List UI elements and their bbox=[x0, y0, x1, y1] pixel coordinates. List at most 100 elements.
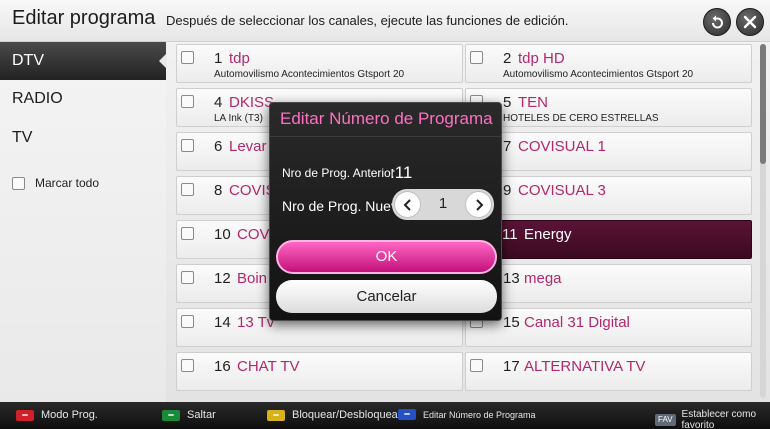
channel-number: 14 bbox=[214, 314, 231, 331]
dialog-title: Editar Número de Programa bbox=[280, 109, 493, 128]
channel-name: Boin bbox=[237, 270, 268, 287]
channel-checkbox[interactable] bbox=[181, 315, 194, 328]
back-button[interactable] bbox=[703, 8, 731, 36]
hint-label: Establecer como favorito bbox=[681, 409, 757, 429]
hint-lock-unlock[interactable]: Bloquear/Desbloquear bbox=[267, 409, 401, 421]
footer-hint-bar: Modo Prog. Saltar Bloquear/Desbloquear E… bbox=[0, 402, 770, 429]
channel-number: 12 bbox=[214, 270, 231, 287]
header: Editar programa Después de seleccionar l… bbox=[0, 0, 770, 42]
mark-all-label: Marcar todo bbox=[35, 176, 100, 190]
red-key-icon bbox=[16, 409, 34, 421]
mark-all-checkbox[interactable] bbox=[12, 176, 25, 190]
ok-button[interactable]: OK bbox=[276, 240, 497, 274]
previous-number-value: :11 bbox=[390, 163, 413, 182]
channel-name: COVISUAL 1 bbox=[518, 138, 606, 155]
channel-cell[interactable]: 5 TEN HOTELES DE CERO ESTRELLAS bbox=[465, 88, 752, 127]
cancel-button[interactable]: Cancelar bbox=[276, 280, 497, 313]
scrollbar[interactable] bbox=[760, 44, 766, 398]
channel-cell[interactable]: 13 mega bbox=[465, 264, 752, 303]
channel-name: tdp HD bbox=[518, 50, 565, 67]
scrollbar-thumb[interactable] bbox=[760, 44, 766, 164]
channel-number: 5 bbox=[503, 94, 512, 111]
channel-number: 11 bbox=[502, 226, 518, 243]
channel-checkbox[interactable] bbox=[470, 359, 483, 372]
channel-number: 9 bbox=[503, 182, 512, 199]
chevron-left-icon bbox=[403, 198, 411, 211]
channel-name: tdp bbox=[229, 50, 250, 67]
channel-number: 16 bbox=[214, 358, 231, 375]
edit-program-number-dialog: Editar Número de Programa Nro de Prog. A… bbox=[269, 102, 502, 321]
channel-number: 8 bbox=[214, 182, 223, 199]
channel-name: ALTERNATIVA TV bbox=[524, 358, 646, 375]
channel-number: 7 bbox=[503, 138, 512, 155]
channel-number: 4 bbox=[214, 94, 223, 111]
channel-cell-selected[interactable]: 11 Energy bbox=[465, 220, 752, 259]
new-number-stepper[interactable]: 1 bbox=[392, 189, 494, 220]
channel-name: mega bbox=[524, 270, 562, 287]
hint-label: Saltar bbox=[187, 409, 216, 421]
previous-number-label: Nro de Prog. Anterior bbox=[282, 166, 395, 180]
channel-name: COVISUAL 3 bbox=[518, 182, 606, 199]
sidebar-item-dtv[interactable]: DTV bbox=[0, 42, 167, 80]
new-number-value: 1 bbox=[438, 195, 448, 212]
page-title: Editar programa bbox=[12, 7, 156, 29]
hint-label: Modo Prog. bbox=[41, 409, 98, 421]
channel-checkbox[interactable] bbox=[181, 139, 194, 152]
decrement-button[interactable] bbox=[394, 191, 421, 218]
channel-checkbox[interactable] bbox=[181, 227, 194, 240]
hint-skip[interactable]: Saltar bbox=[162, 409, 216, 421]
channel-number: 10 bbox=[214, 226, 231, 243]
channel-number: 2 bbox=[503, 50, 512, 67]
channel-cell[interactable]: 17 ALTERNATIVA TV bbox=[465, 352, 752, 391]
back-arrow-icon bbox=[712, 15, 723, 29]
channel-desc: Automovilismo Acontecimientos Gtsport 20 bbox=[503, 69, 694, 80]
channel-number: 6 bbox=[214, 138, 223, 155]
sidebar-item-tv[interactable]: TV bbox=[0, 119, 166, 157]
channel-checkbox[interactable] bbox=[181, 51, 194, 64]
channel-name: Canal 31 Digital bbox=[524, 314, 630, 331]
channel-cell[interactable]: 16 CHAT TV bbox=[176, 352, 463, 391]
channel-cell[interactable]: 7 COVISUAL 1 bbox=[465, 132, 752, 171]
new-number-label: Nro de Prog. Nuevo bbox=[282, 198, 406, 214]
hint-program-mode[interactable]: Modo Prog. bbox=[16, 409, 98, 421]
channel-cell[interactable]: 15 Canal 31 Digital bbox=[465, 308, 752, 347]
channel-name: COV bbox=[237, 226, 270, 243]
channel-number: 13 bbox=[503, 270, 520, 287]
channel-name: TEN bbox=[518, 94, 548, 111]
channel-desc: Automovilismo Acontecimientos Gtsport 20 bbox=[214, 69, 405, 80]
channel-name: DKISS bbox=[229, 94, 275, 111]
sidebar: DTV RADIO TV Marcar todo bbox=[0, 42, 167, 402]
fav-key-icon: FAV bbox=[655, 414, 676, 426]
yellow-key-icon bbox=[267, 409, 285, 421]
channel-name: Levar bbox=[229, 138, 267, 155]
mark-all[interactable]: Marcar todo bbox=[12, 176, 99, 190]
channel-checkbox[interactable] bbox=[181, 271, 194, 284]
close-icon bbox=[743, 15, 757, 29]
hint-label: Editar Número de Programa bbox=[423, 409, 536, 420]
channel-cell[interactable]: 1 tdp Automovilismo Acontecimientos Gtsp… bbox=[176, 44, 463, 83]
channel-desc: HOTELES DE CERO ESTRELLAS bbox=[503, 113, 659, 124]
blue-key-icon bbox=[398, 409, 416, 420]
hint-edit-program-number[interactable]: Editar Número de Programa bbox=[398, 409, 536, 420]
hint-label: Bloquear/Desbloquear bbox=[292, 409, 402, 421]
close-button[interactable] bbox=[736, 8, 764, 36]
green-key-icon bbox=[162, 409, 180, 421]
channel-checkbox[interactable] bbox=[470, 51, 483, 64]
sidebar-item-radio[interactable]: RADIO bbox=[0, 80, 166, 118]
channel-checkbox[interactable] bbox=[181, 95, 194, 108]
hint-set-favorite[interactable]: FAV Establecer como favorito bbox=[655, 409, 770, 429]
channel-number: 1 bbox=[214, 50, 223, 67]
channel-checkbox[interactable] bbox=[181, 183, 194, 196]
chevron-right-icon bbox=[475, 198, 483, 211]
channel-cell[interactable]: 9 COVISUAL 3 bbox=[465, 176, 752, 215]
channel-name: CHAT TV bbox=[237, 358, 300, 375]
channel-name: Energy bbox=[524, 226, 572, 243]
channel-number: 15 bbox=[503, 314, 520, 331]
increment-button[interactable] bbox=[465, 191, 492, 218]
page-subtitle: Después de seleccionar los canales, ejec… bbox=[166, 13, 569, 28]
channel-cell[interactable]: 2 tdp HD Automovilismo Acontecimientos G… bbox=[465, 44, 752, 83]
channel-checkbox[interactable] bbox=[181, 359, 194, 372]
channel-number: 17 bbox=[503, 358, 520, 375]
divider bbox=[270, 136, 501, 137]
channel-desc: LA Ink (T3) bbox=[214, 113, 263, 124]
